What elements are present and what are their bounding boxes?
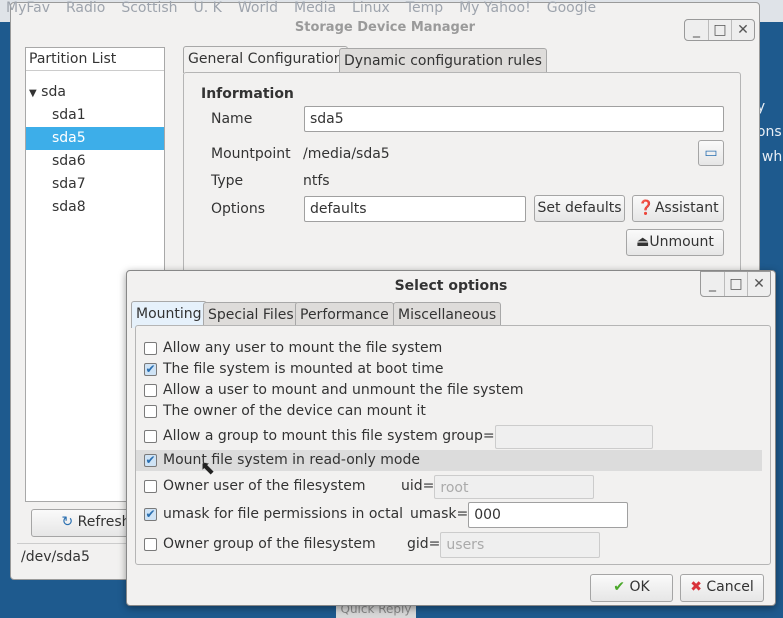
mounting-panel: Allow any user to mount the file system … (135, 325, 771, 565)
option-label[interactable]: The file system is mounted at boot time (163, 359, 443, 380)
group-input[interactable] (494, 424, 653, 449)
maximize-button[interactable]: □ (724, 272, 747, 296)
minimize-button[interactable]: _ (685, 20, 708, 40)
bookmarks-bar: MyFav Radio Scottish U. K World Media Linux Tem… (0, 0, 680, 17)
checkbox[interactable] (144, 538, 157, 551)
checkbox[interactable] (144, 430, 157, 443)
partition-list-header: Partition List (26, 48, 164, 71)
general-panel: Information Name sda5 Mountpoint /media/… (183, 72, 741, 282)
mountpoint-label: Mountpoint (211, 146, 291, 162)
checkbox[interactable]: ✔ (144, 454, 157, 467)
option-label[interactable]: Owner user of the filesystem (163, 476, 401, 497)
mountpoint-value: /media/sda5 (303, 146, 390, 162)
checkbox[interactable] (144, 480, 157, 493)
browse-mountpoint-button[interactable]: ▭ (698, 140, 724, 166)
status-text: /dev/sda5 (21, 549, 90, 565)
refresh-label: Refresh (77, 514, 131, 530)
maximize-button[interactable]: □ (708, 20, 731, 40)
cancel-icon: ✖ (690, 579, 702, 595)
field-label: group= (442, 428, 495, 444)
expander-icon[interactable]: ▼ (29, 88, 37, 99)
minimize-button[interactable]: _ (701, 272, 724, 296)
tab-dynamic-configuration-rules[interactable]: Dynamic configuration rules (339, 48, 547, 72)
unmount-button[interactable]: ⏏Unmount (626, 229, 724, 256)
options-label: Options (211, 201, 266, 217)
close-button[interactable]: ✕ (747, 272, 770, 296)
ok-label: OK (629, 579, 650, 595)
umask-input[interactable]: 000 (468, 501, 629, 528)
option-label[interactable]: Allow a user to mount and unmount the fi… (163, 380, 523, 401)
check-icon: ✔ (613, 579, 626, 595)
options-input[interactable]: defaults (304, 196, 526, 222)
bookmark[interactable]: MyFav (6, 0, 50, 16)
mouse-cursor-icon: ⬉ (200, 458, 216, 479)
bookmark[interactable]: Scottish (121, 0, 177, 16)
bookmark[interactable]: World (238, 0, 278, 16)
tab-mounting[interactable]: Mounting (131, 301, 207, 328)
partition-label: sda (41, 84, 66, 100)
option-label[interactable]: Allow a group to mount this file system (163, 426, 438, 447)
drive-icon: ▭ (704, 145, 718, 161)
uid-input[interactable]: root (434, 474, 595, 499)
option-label[interactable]: Allow any user to mount the file system (163, 338, 442, 359)
bookmark[interactable]: Radio (66, 0, 105, 16)
checkbox[interactable] (144, 384, 157, 397)
bookmark[interactable]: U. K (194, 0, 222, 16)
eject-icon: ⏏ (636, 234, 650, 250)
partition-item[interactable]: sda7 (26, 173, 164, 196)
bookmark[interactable]: Temp (406, 0, 443, 16)
checkbox[interactable]: ✔ (144, 363, 157, 376)
bookmark[interactable]: Google (547, 0, 596, 16)
field-label: uid= (401, 478, 435, 494)
checkbox[interactable] (144, 342, 157, 355)
dialog-window-controls: _ □ ✕ (700, 271, 771, 297)
window-controls: _ □ ✕ (684, 19, 755, 41)
partition-item[interactable]: sda1 (26, 104, 164, 127)
unmount-label: Unmount (649, 234, 714, 250)
bookmark[interactable]: My Yahoo! (459, 0, 531, 16)
help-icon: ❓ (637, 200, 655, 216)
cancel-label: Cancel (706, 579, 754, 595)
option-label[interactable]: Owner group of the filesystem (163, 534, 407, 555)
select-options-dialog: Select options _ □ ✕ Mounting Special File… (126, 270, 776, 606)
name-label: Name (211, 111, 253, 127)
option-label[interactable]: The owner of the device can mount it (163, 401, 426, 422)
partition-item[interactable]: sda8 (26, 196, 164, 219)
assistant-label: Assistant (654, 200, 719, 216)
gid-input[interactable]: users (440, 531, 601, 558)
type-label: Type (211, 173, 244, 189)
dialog-title: Select options (394, 278, 508, 294)
name-input[interactable]: sda5 (304, 106, 724, 132)
bookmark[interactable]: Linux (352, 0, 390, 16)
set-defaults-button[interactable]: Set defaults (534, 195, 625, 222)
ok-button[interactable]: ✔ OK (590, 574, 673, 602)
tab-miscellaneous[interactable]: Miscellaneous (393, 302, 502, 326)
field-label: umask= (410, 506, 469, 522)
refresh-icon: ↻ (61, 514, 74, 530)
checkbox[interactable]: ✔ (144, 508, 157, 521)
tab-special-files[interactable]: Special Files (203, 302, 299, 326)
partition-item[interactable]: sda5 (26, 127, 164, 150)
partition-item[interactable]: sda6 (26, 150, 164, 173)
tab-general-configuration[interactable]: General Configuration (183, 46, 348, 73)
checkbox[interactable] (144, 405, 157, 418)
field-label: gid= (407, 536, 441, 552)
tab-performance[interactable]: Performance (295, 302, 394, 326)
bookmark[interactable]: Media (294, 0, 336, 16)
information-heading: Information (201, 86, 294, 102)
type-value: ntfs (303, 173, 330, 189)
option-label[interactable]: umask for file permissions in octal (163, 504, 410, 525)
cancel-button[interactable]: ✖ Cancel (680, 574, 764, 602)
assistant-button[interactable]: ❓Assistant (632, 195, 724, 222)
close-button[interactable]: ✕ (731, 20, 754, 40)
partition-root[interactable]: ▼ sda (26, 81, 164, 104)
